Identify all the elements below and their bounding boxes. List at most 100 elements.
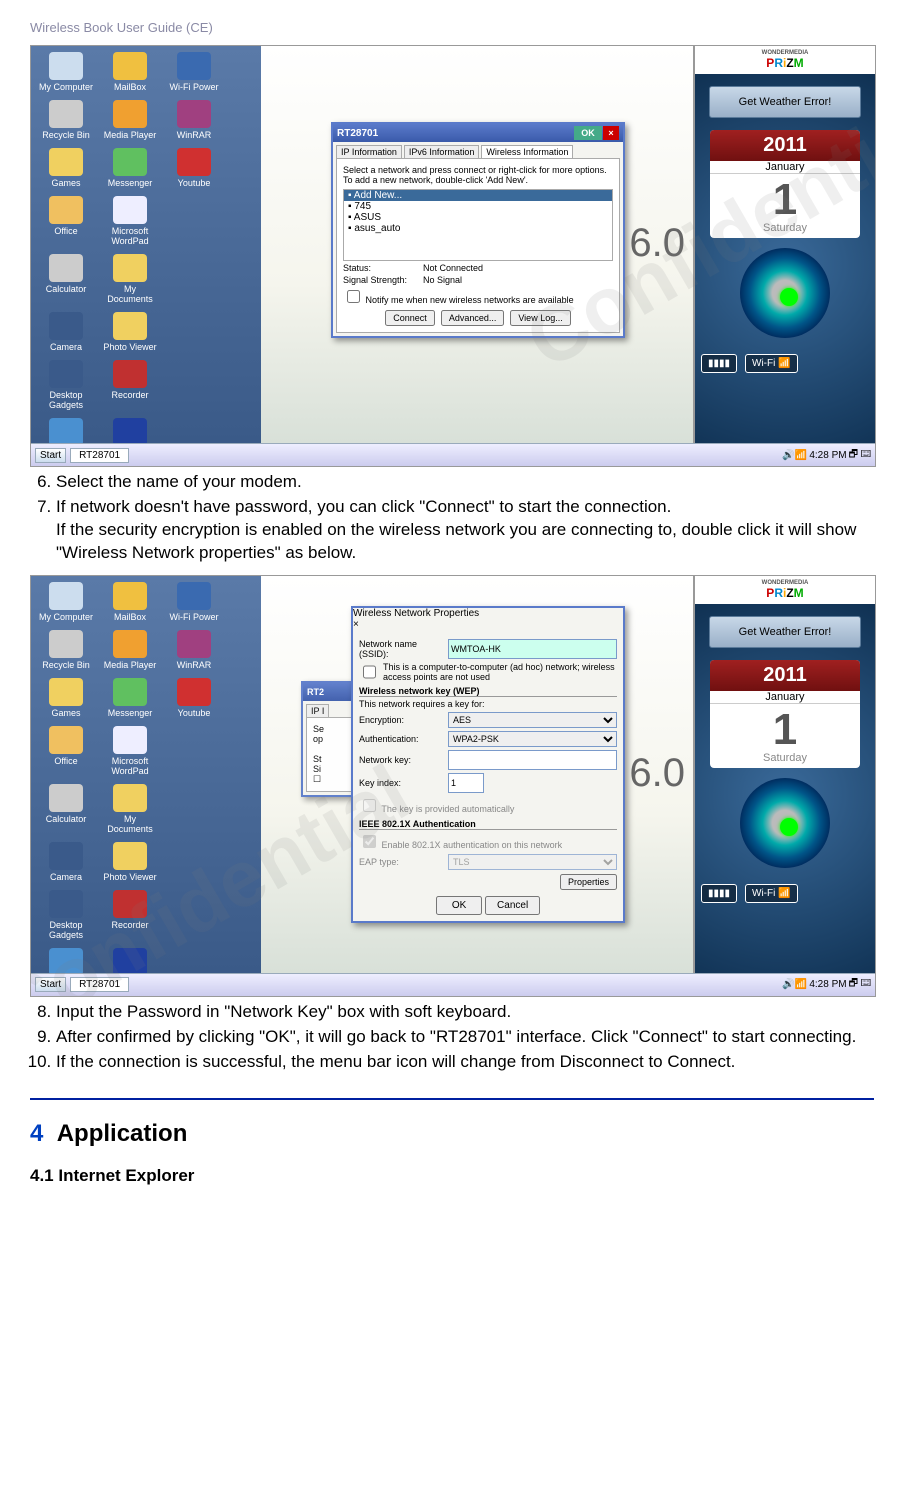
start-button[interactable]: Start (35, 977, 66, 992)
desktop-icon[interactable]: Office (37, 726, 95, 776)
desktop-icon[interactable]: MailBox (101, 582, 159, 622)
desktop-icon[interactable] (165, 196, 223, 246)
desktop-icon[interactable]: Youtube (165, 148, 223, 188)
weather-button[interactable]: Get Weather Error! (709, 86, 861, 118)
section-divider (30, 1098, 874, 1100)
desktop-icon[interactable]: Media Player (101, 630, 159, 670)
center-wallpaper: ≡ 6.0 RT2× IP I SeopStSi☐ Wireless Netwo… (261, 576, 695, 974)
desktop-icon[interactable]: My Documents (101, 254, 159, 304)
step-7: If network doesn't have password, you ca… (56, 496, 874, 565)
desktop-icon[interactable]: Recycle Bin (37, 630, 95, 670)
desktop-icon[interactable]: Messenger (101, 678, 159, 718)
cancel-button[interactable]: Cancel (485, 896, 540, 915)
prizm-logo: WONDERMEDIA PRiZM (695, 46, 875, 74)
desktop: My ComputerMailBoxWi-Fi Power Recycle Bin… (31, 46, 261, 444)
dialog-instruction: Select a network and press connect or ri… (343, 165, 613, 185)
desktop-icon[interactable]: Microsoft WordPad (101, 196, 159, 246)
desktop-icon[interactable]: Photo Viewer (101, 312, 159, 352)
tab[interactable]: IP Information (336, 145, 402, 158)
desktop-icon[interactable] (165, 784, 223, 834)
desktop-icon[interactable]: Wi-Fi Power (165, 582, 223, 622)
desktop-icon[interactable]: Desktop Gadgets (37, 890, 95, 940)
desktop-icon[interactable]: Messenger (101, 148, 159, 188)
tab[interactable]: Wireless Information (481, 145, 573, 158)
steps-6-7: Select the name of your modem. If networ… (30, 471, 874, 565)
ok-button[interactable]: OK (436, 896, 482, 915)
network-key-input[interactable] (448, 750, 617, 770)
network-item[interactable]: ▪ ASUS (344, 212, 612, 223)
wifi-label: Wi-Fi 📶 (745, 354, 798, 373)
weather-button[interactable]: Get Weather Error! (709, 616, 861, 648)
encryption-select[interactable]: AES (448, 712, 617, 728)
properties-button[interactable]: Properties (560, 874, 617, 890)
network-item[interactable]: ▪ 745 (344, 201, 612, 212)
notify-checkbox[interactable] (347, 290, 360, 303)
connect-button[interactable]: Connect (385, 310, 435, 326)
close-icon[interactable]: × (353, 619, 359, 630)
desktop-icon[interactable]: My Computer (37, 52, 95, 92)
taskbar: Start RT28701 🔊📶 4:28 PM 🗗 ⌨ (31, 973, 875, 996)
wifi-label: Wi-Fi 📶 (745, 884, 798, 903)
desktop-icon[interactable]: Calculator (37, 784, 95, 834)
desktop-icon[interactable] (165, 312, 223, 352)
desktop-icon[interactable] (165, 360, 223, 410)
desktop-icon[interactable]: Games (37, 678, 95, 718)
screenshot-1: My ComputerMailBoxWi-Fi Power Recycle Bin… (30, 45, 876, 467)
network-list[interactable]: ▪ Add New...▪ 745▪ ASUS▪ asus_auto (343, 189, 613, 261)
desktop-icon[interactable]: Camera (37, 842, 95, 882)
desktop-icon[interactable]: My Documents (101, 784, 159, 834)
desktop-icon[interactable]: Camera (37, 312, 95, 352)
desktop-icon[interactable]: Wi-Fi Power (165, 52, 223, 92)
network-item[interactable]: ▪ asus_auto (344, 223, 612, 234)
desktop-icon[interactable]: Recorder (101, 890, 159, 940)
gear-widget (740, 248, 830, 338)
doc-header: Wireless Book User Guide (CE) (30, 20, 874, 35)
desktop: My ComputerMailBoxWi-Fi Power Recycle Bin… (31, 576, 261, 974)
close-icon[interactable]: × (603, 126, 619, 140)
section-4-heading: 4 Application (30, 1120, 874, 1148)
network-properties-dialog: Wireless Network Properties × Network na… (351, 606, 625, 923)
sidebar-panel: WONDERMEDIA PRiZM Get Weather Error! 201… (693, 576, 875, 974)
desktop-icon[interactable]: Calculator (37, 254, 95, 304)
tab[interactable]: IPv6 Information (404, 145, 480, 158)
prizm-logo: WONDERMEDIA PRiZM (695, 576, 875, 604)
ssid-input[interactable] (448, 639, 617, 659)
battery-icon: ▮▮▮▮ (701, 884, 737, 903)
desktop-icon[interactable]: WinRAR (165, 630, 223, 670)
adhoc-checkbox[interactable] (363, 665, 376, 679)
steps-8-10: Input the Password in "Network Key" box … (30, 1001, 874, 1074)
desktop-icon[interactable] (165, 842, 223, 882)
taskbar-app[interactable]: RT28701 (70, 448, 129, 463)
step-6: Select the name of your modem. (56, 471, 874, 494)
desktop-icon[interactable] (165, 890, 223, 940)
key-auto-checkbox (363, 799, 376, 812)
network-item[interactable]: ▪ Add New... (344, 190, 612, 201)
battery-icon: ▮▮▮▮ (701, 354, 737, 373)
system-tray: 🔊📶 4:28 PM 🗗 ⌨ (782, 976, 871, 993)
desktop-icon[interactable]: Office (37, 196, 95, 246)
taskbar-app[interactable]: RT28701 (70, 977, 129, 992)
step-9: After confirmed by clicking "OK", it wil… (56, 1026, 874, 1049)
viewlog-button[interactable]: View Log... (510, 310, 570, 326)
desktop-icon[interactable]: Recycle Bin (37, 100, 95, 140)
advanced-button[interactable]: Advanced... (441, 310, 505, 326)
desktop-icon[interactable]: My Computer (37, 582, 95, 622)
calendar-widget: 2011 January 1 Saturday (710, 130, 860, 238)
step-10: If the connection is successful, the men… (56, 1051, 874, 1074)
desktop-icon[interactable]: Games (37, 148, 95, 188)
desktop-icon[interactable]: Microsoft WordPad (101, 726, 159, 776)
desktop-icon[interactable]: Desktop Gadgets (37, 360, 95, 410)
desktop-icon[interactable]: MailBox (101, 52, 159, 92)
desktop-icon[interactable] (165, 726, 223, 776)
desktop-icon[interactable] (165, 254, 223, 304)
start-button[interactable]: Start (35, 448, 66, 463)
auth-select[interactable]: WPA2-PSK (448, 731, 617, 747)
desktop-icon[interactable]: Media Player (101, 100, 159, 140)
desktop-icon[interactable]: Youtube (165, 678, 223, 718)
desktop-icon[interactable]: WinRAR (165, 100, 223, 140)
key-index-input[interactable] (448, 773, 484, 793)
desktop-icon[interactable]: Recorder (101, 360, 159, 410)
ok-button[interactable]: OK (574, 126, 602, 140)
system-tray: 🔊📶 4:28 PM 🗗 ⌨ (782, 447, 871, 464)
desktop-icon[interactable]: Photo Viewer (101, 842, 159, 882)
